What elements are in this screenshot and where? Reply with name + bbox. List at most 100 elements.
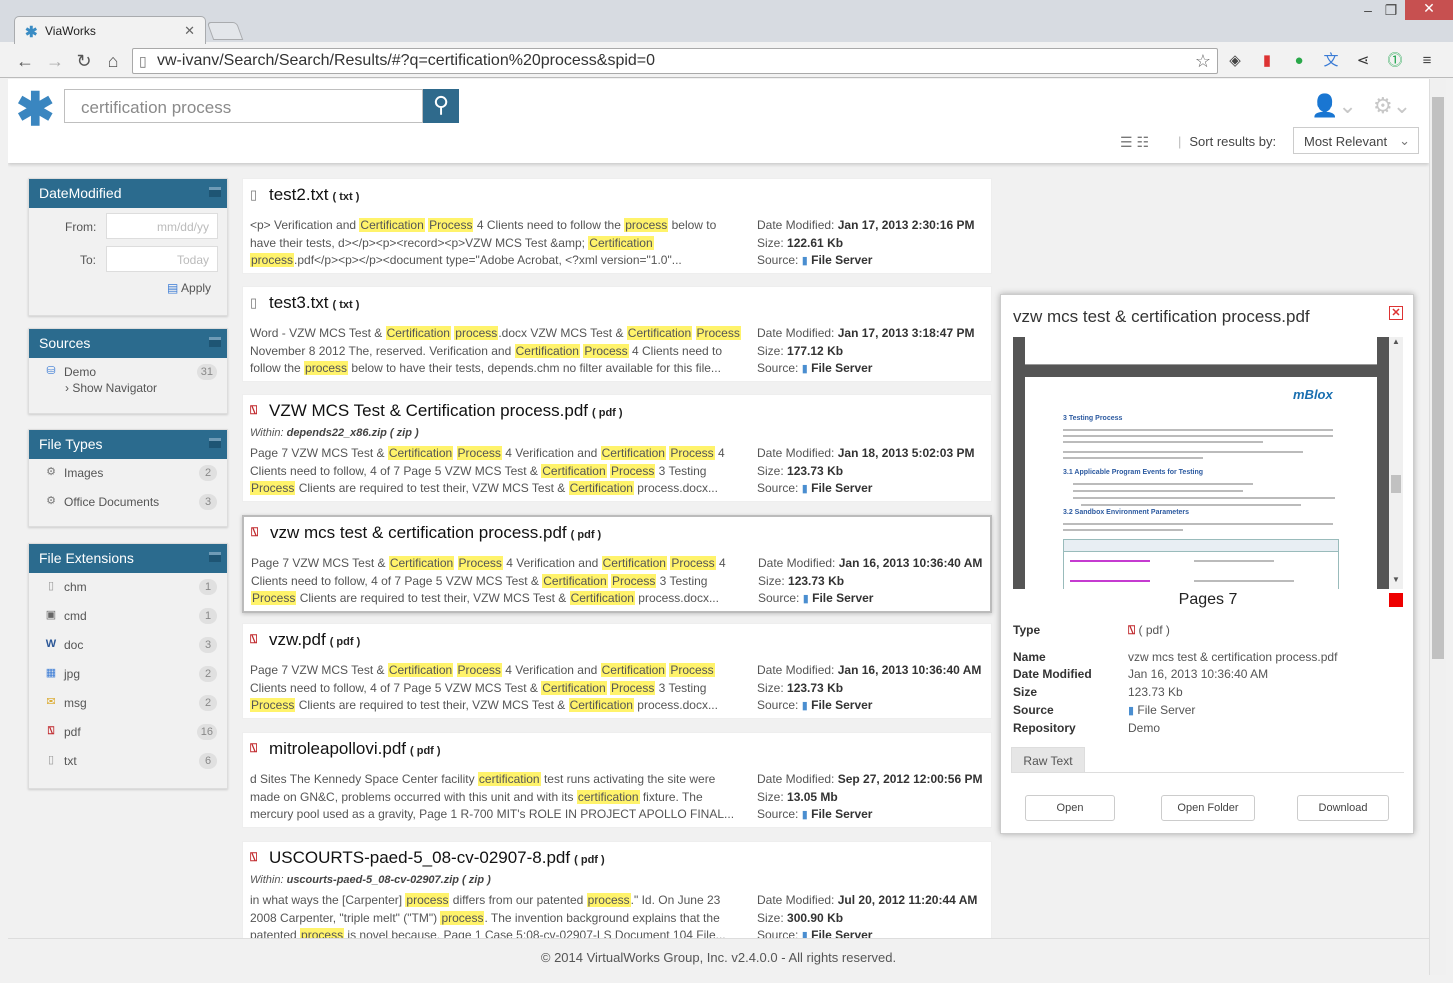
tab-close-icon[interactable]: ✕ xyxy=(184,23,195,39)
size-label: Size xyxy=(1013,685,1038,699)
maximize-icon[interactable]: ❐ xyxy=(1381,2,1401,20)
page-scrollbar[interactable] xyxy=(1429,79,1446,975)
show-navigator-link[interactable]: › Show Navigator xyxy=(65,381,157,395)
meta-label: Date Modified: xyxy=(757,446,835,460)
result-item[interactable]: ▯ test3.txt( txt ) Word - VZW MCS Test & C… xyxy=(242,286,992,382)
pocket-icon[interactable]: ◈ xyxy=(1226,52,1244,70)
meta-value: File Server xyxy=(811,698,873,713)
result-item[interactable]: ⍂ VZW MCS Test & Certification process.pd… xyxy=(242,394,992,502)
evernote-icon[interactable]: ● xyxy=(1290,52,1308,70)
user-icon[interactable]: 👤⌄ xyxy=(1311,93,1357,119)
collapse-icon[interactable] xyxy=(209,187,221,197)
result-title[interactable]: VZW MCS Test & Certification process.pdf… xyxy=(269,401,623,421)
back-icon[interactable]: ← xyxy=(14,50,36,72)
from-date-input[interactable]: mm/dd/yy xyxy=(106,213,218,239)
account-ext-icon[interactable]: ⓵ xyxy=(1386,52,1404,70)
facet-item-doc[interactable]: Wdoc 3 xyxy=(29,631,227,660)
result-title[interactable]: USCOURTS-paed-5_08-cv-02907-8.pdf( pdf ) xyxy=(269,848,605,868)
minimize-icon[interactable]: ‒ xyxy=(1358,2,1378,20)
preview-scrollbar[interactable]: ▲ ▼ xyxy=(1389,337,1403,589)
menu-icon[interactable]: ≡ xyxy=(1418,52,1436,70)
doc-subheading: 3.2 Sandbox Environment Parameters xyxy=(1063,509,1190,516)
meta-date: Date Modified: Jan 16, 2013 10:36:40 AM xyxy=(757,662,981,680)
result-title[interactable]: vzw mcs test & certification process.pdf… xyxy=(270,523,601,543)
highlight-term: Certification xyxy=(601,556,667,570)
facet-item-demo[interactable]: ⛁ Demo 31 xyxy=(29,358,227,380)
result-item[interactable]: ▯ test2.txt( txt ) <p> Verification and Ce… xyxy=(242,178,992,274)
meta-label: Source: xyxy=(757,807,799,822)
stop-icon[interactable] xyxy=(1389,593,1403,607)
document-viewer[interactable]: mBlox 3 Testing Process 3.1 Applicable P… xyxy=(1013,337,1403,589)
highlight-term: Certification xyxy=(385,326,451,340)
search-button[interactable]: ⚲ xyxy=(423,89,459,123)
facet-item-msg[interactable]: ✉ msg 2 xyxy=(29,689,227,718)
result-snippet: Page 7 VZW MCS Test & Certification Proc… xyxy=(250,662,742,715)
settings-gear-icon[interactable]: ⚙⌄ xyxy=(1373,93,1411,119)
bookmark-star-icon[interactable]: ☆ xyxy=(1195,51,1211,72)
result-item[interactable]: ⍂ vzw mcs test & certification process.pd… xyxy=(242,515,992,613)
facet-item-office-documents[interactable]: ⚙ Office Documents 3 xyxy=(29,488,227,517)
scroll-thumb[interactable] xyxy=(1391,475,1401,493)
to-date-input[interactable]: Today xyxy=(106,246,218,272)
result-title[interactable]: test3.txt( txt ) xyxy=(269,293,359,313)
open-button[interactable]: Open xyxy=(1025,795,1115,821)
view-toggle-icon[interactable]: ☰ ☷ xyxy=(1120,134,1149,151)
doc-text-line xyxy=(1063,429,1333,431)
window-close-icon[interactable]: ✕ xyxy=(1405,0,1453,20)
meta-value: 300.90 Kb xyxy=(787,910,844,925)
meta-label: Source: xyxy=(757,928,799,938)
collapse-icon[interactable] xyxy=(209,337,221,347)
facet-file-extensions: File Extensions ▯ chm 1 ▣ cmd 1 Wdoc 3 ▦ jpg 2 … xyxy=(28,543,228,789)
result-title[interactable]: mitroleapollovi.pdf( pdf ) xyxy=(269,739,441,759)
result-item[interactable]: ⍂ USCOURTS-paed-5_08-cv-02907-8.pdf( pdf … xyxy=(242,841,992,938)
bookmark-ext-icon[interactable]: ▮ xyxy=(1258,52,1276,70)
highlight-term: Process xyxy=(251,591,297,606)
facet-item-jpg[interactable]: ▦ jpg 2 xyxy=(29,660,227,689)
result-item[interactable]: ⍂ vzw.pdf( pdf ) Page 7 VZW MCS Test & Cer… xyxy=(242,623,992,719)
scroll-down-icon[interactable]: ▼ xyxy=(1389,575,1403,589)
forward-icon[interactable]: → xyxy=(44,50,66,72)
page-scroll-thumb[interactable] xyxy=(1432,97,1444,659)
collapse-icon[interactable] xyxy=(209,552,221,562)
address-bar[interactable]: ▯ vw-ivanv/Search/Search/Results/#?q=cer… xyxy=(132,48,1218,74)
facet-item-images[interactable]: ⚙ Images 2 xyxy=(29,459,227,488)
facet-item-cmd[interactable]: ▣ cmd 1 xyxy=(29,602,227,631)
source-label: Source xyxy=(1013,703,1054,717)
meta-size: Size: 122.61 Kb xyxy=(757,235,974,253)
highlight-term: Certification xyxy=(387,663,454,677)
highlight-term: Certification xyxy=(600,446,666,460)
search-input[interactable]: certification process xyxy=(64,89,423,123)
result-item[interactable]: ⍂ mitroleapollovi.pdf( pdf ) d Sites The K… xyxy=(242,732,992,828)
open-folder-button[interactable]: Open Folder xyxy=(1161,795,1255,821)
close-icon[interactable]: ✕ xyxy=(1389,306,1403,320)
result-title[interactable]: vzw.pdf( pdf ) xyxy=(269,630,360,650)
highlight-term: Process xyxy=(250,481,296,496)
facet-item-txt[interactable]: ▯ txt 6 xyxy=(29,747,227,776)
apply-button[interactable]: ▤ Apply xyxy=(167,281,211,295)
browser-tab[interactable]: ✱ ViaWorks ✕ xyxy=(14,16,206,44)
viaworks-logo-icon[interactable]: ✱ xyxy=(16,86,55,132)
result-title[interactable]: test2.txt( txt ) xyxy=(269,185,359,205)
meta-value: Jan 18, 2013 5:02:03 PM xyxy=(837,446,975,460)
reload-icon[interactable]: ↻ xyxy=(73,50,95,72)
raw-text-tab[interactable]: Raw Text xyxy=(1011,747,1085,773)
share-icon[interactable]: ⋖ xyxy=(1354,52,1372,70)
meta-size: Size: 123.73 Kb xyxy=(758,573,982,591)
download-button[interactable]: Download xyxy=(1297,795,1389,821)
sort-select[interactable]: Most Relevant ⌄ xyxy=(1293,127,1419,154)
highlight-term: Certification xyxy=(568,481,634,496)
snippet-text: in what ways the [Carpenter] xyxy=(250,893,406,907)
collapse-icon[interactable] xyxy=(209,438,221,448)
meta-size: Size: 123.73 Kb xyxy=(757,463,974,481)
new-tab-button[interactable] xyxy=(206,22,244,40)
facet-item-chm[interactable]: ▯ chm 1 xyxy=(29,573,227,602)
text-file-icon: ▯ xyxy=(250,295,258,310)
meta-size: Size: 13.05 Mb xyxy=(757,789,982,807)
home-icon[interactable]: ⌂ xyxy=(102,50,124,72)
facet-item-pdf[interactable]: ⍂ pdf 16 xyxy=(29,718,227,747)
translate-icon[interactable]: 文 xyxy=(1322,52,1340,70)
snippet-text: Clients are required to test their, VZW … xyxy=(296,591,570,606)
scroll-up-icon[interactable]: ▲ xyxy=(1389,337,1403,351)
result-ext: ( pdf ) xyxy=(410,745,441,757)
highlight-term: process xyxy=(454,326,499,340)
